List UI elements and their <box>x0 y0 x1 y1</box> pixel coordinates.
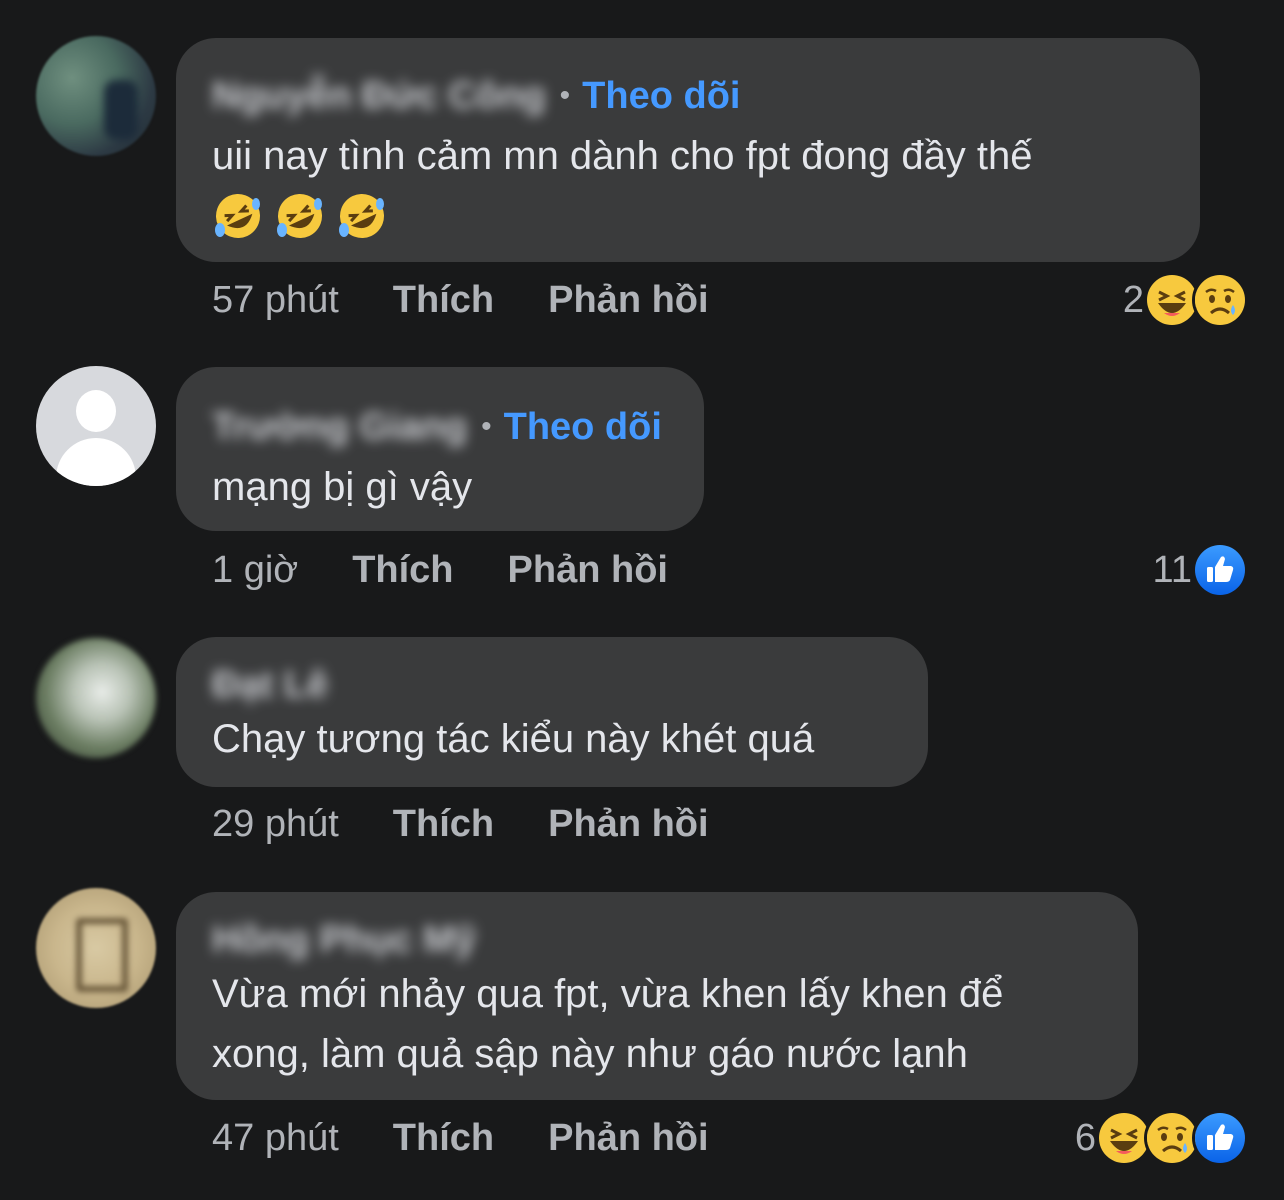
comment-text: mạng bị gì vậy <box>212 465 473 509</box>
like-button[interactable]: Thích <box>393 1117 494 1160</box>
like-button[interactable]: Thích <box>393 803 494 846</box>
like-button[interactable]: Thích <box>352 549 453 592</box>
comment-bubble: Đạt Lê Chạy tương tác kiểu này khét quá <box>176 637 928 787</box>
emoji-row <box>212 190 1164 242</box>
separator-dot: • <box>559 79 571 112</box>
comment-actions: 57 phút Thích Phản hồi <box>212 276 763 324</box>
avatar[interactable] <box>36 36 156 156</box>
comment-time[interactable]: 47 phút <box>212 1117 339 1160</box>
author-name[interactable]: Hồng Phục Mỹ <box>212 919 476 962</box>
author-row: Nguyễn Đức Công • Theo dõi <box>212 72 1164 120</box>
author-name[interactable]: Trường Giang <box>212 406 467 449</box>
reaction-count: 6 <box>1074 1116 1096 1159</box>
comment-bubble: Nguyễn Đức Công • Theo dõi uii nay tình … <box>176 38 1200 262</box>
reply-button[interactable]: Phản hồi <box>508 549 668 592</box>
reaction-summary[interactable]: 6 <box>1075 1110 1248 1166</box>
like-icon <box>1192 1110 1248 1166</box>
reaction-count: 11 <box>1152 548 1192 591</box>
comment-actions: 47 phút Thích Phản hồi <box>212 1114 763 1162</box>
separator-dot: • <box>481 410 492 443</box>
like-button[interactable]: Thích <box>393 279 494 322</box>
author-row: Trường Giang • Theo dõi <box>212 403 668 451</box>
reply-button[interactable]: Phản hồi <box>548 803 708 846</box>
reaction-summary[interactable]: 2 <box>1123 272 1248 328</box>
comment-text-line: xong, làm quả sập này như gáo nước lạnh <box>212 1032 968 1076</box>
avatar-body <box>56 438 136 486</box>
comment-text: uii nay tình cảm mn dành cho fpt đong đầ… <box>212 134 1033 178</box>
rofl-emoji-icon <box>336 190 388 242</box>
reaction-summary[interactable]: 11 <box>1153 542 1248 598</box>
author-name[interactable]: Đạt Lê <box>212 664 328 707</box>
comment-actions: 1 giờ Thích Phản hồi <box>212 546 722 594</box>
comment-text: Chạy tương tác kiểu này khét quá <box>212 717 815 761</box>
author-name[interactable]: Nguyễn Đức Công <box>212 75 546 118</box>
rofl-emoji-icon <box>212 190 264 242</box>
avatar-head <box>76 390 116 432</box>
comment-actions: 29 phút Thích Phản hồi <box>212 800 763 848</box>
comment-bubble: Trường Giang • Theo dõi mạng bị gì vậy <box>176 367 704 531</box>
comment-text-line: Vừa mới nhảy qua fpt, vừa khen lấy khen … <box>212 972 1004 1016</box>
avatar[interactable] <box>36 366 156 486</box>
author-row: Đạt Lê <box>212 664 892 706</box>
reply-button[interactable]: Phản hồi <box>548 279 708 322</box>
rofl-emoji-icon <box>274 190 326 242</box>
comment-time[interactable]: 57 phút <box>212 279 339 322</box>
reply-button[interactable]: Phản hồi <box>548 1117 708 1160</box>
comment-time[interactable]: 29 phút <box>212 803 339 846</box>
like-icon <box>1192 542 1248 598</box>
avatar[interactable] <box>36 888 156 1008</box>
follow-link[interactable]: Theo dõi <box>582 75 740 118</box>
follow-link[interactable]: Theo dõi <box>504 406 662 449</box>
avatar[interactable] <box>36 638 156 758</box>
reaction-count: 2 <box>1122 278 1144 321</box>
comment-time[interactable]: 1 giờ <box>212 549 298 592</box>
sad-icon <box>1192 272 1248 328</box>
comment-bubble: Hồng Phục Mỹ Vừa mới nhảy qua fpt, vừa k… <box>176 892 1138 1100</box>
author-row: Hồng Phục Mỹ <box>212 919 1102 961</box>
